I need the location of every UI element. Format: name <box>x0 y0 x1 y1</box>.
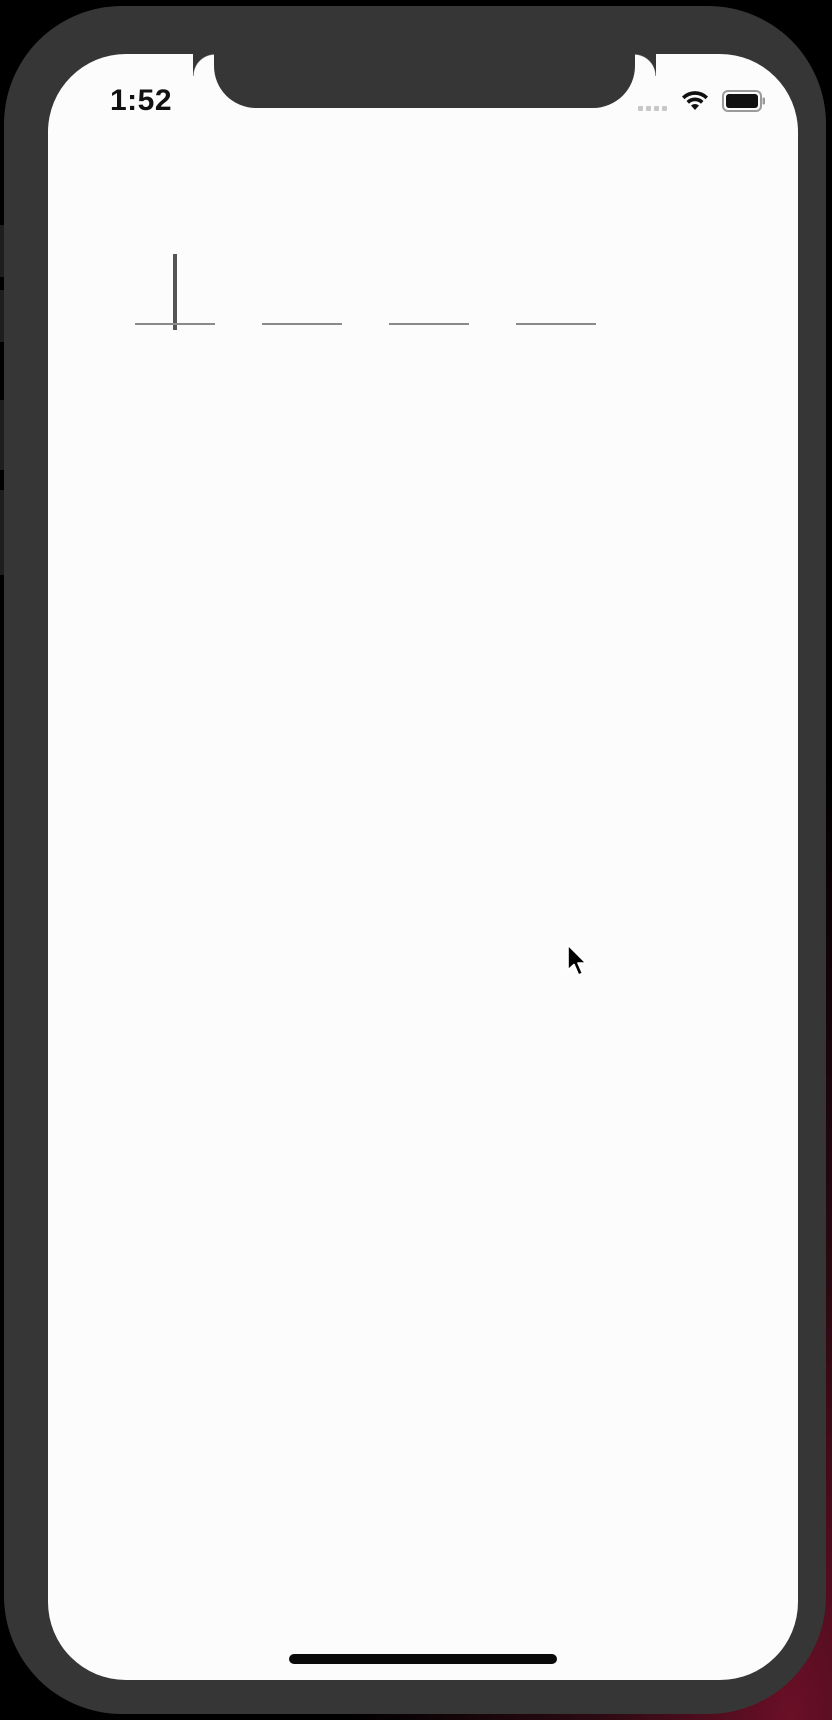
otp-underline <box>389 323 469 325</box>
mouse-pointer-icon <box>567 944 587 976</box>
otp-digit-2[interactable] <box>262 244 342 344</box>
battery-icon <box>722 90 765 112</box>
otp-digit-1[interactable] <box>135 244 215 344</box>
device-notch <box>214 54 656 108</box>
home-indicator[interactable] <box>289 1654 557 1664</box>
otp-code-input[interactable] <box>48 244 798 344</box>
device-frame: 1:52 <box>4 6 826 1714</box>
app-screen: 1:52 <box>48 54 798 1680</box>
otp-digit-4[interactable] <box>516 244 596 344</box>
cellular-signal-icon <box>638 106 667 111</box>
wifi-icon <box>682 91 708 110</box>
otp-digit-3[interactable] <box>389 244 469 344</box>
text-caret <box>173 254 177 330</box>
otp-underline <box>516 323 596 325</box>
otp-underline <box>262 323 342 325</box>
status-bar-time: 1:52 <box>110 84 173 117</box>
otp-underline <box>135 323 215 325</box>
